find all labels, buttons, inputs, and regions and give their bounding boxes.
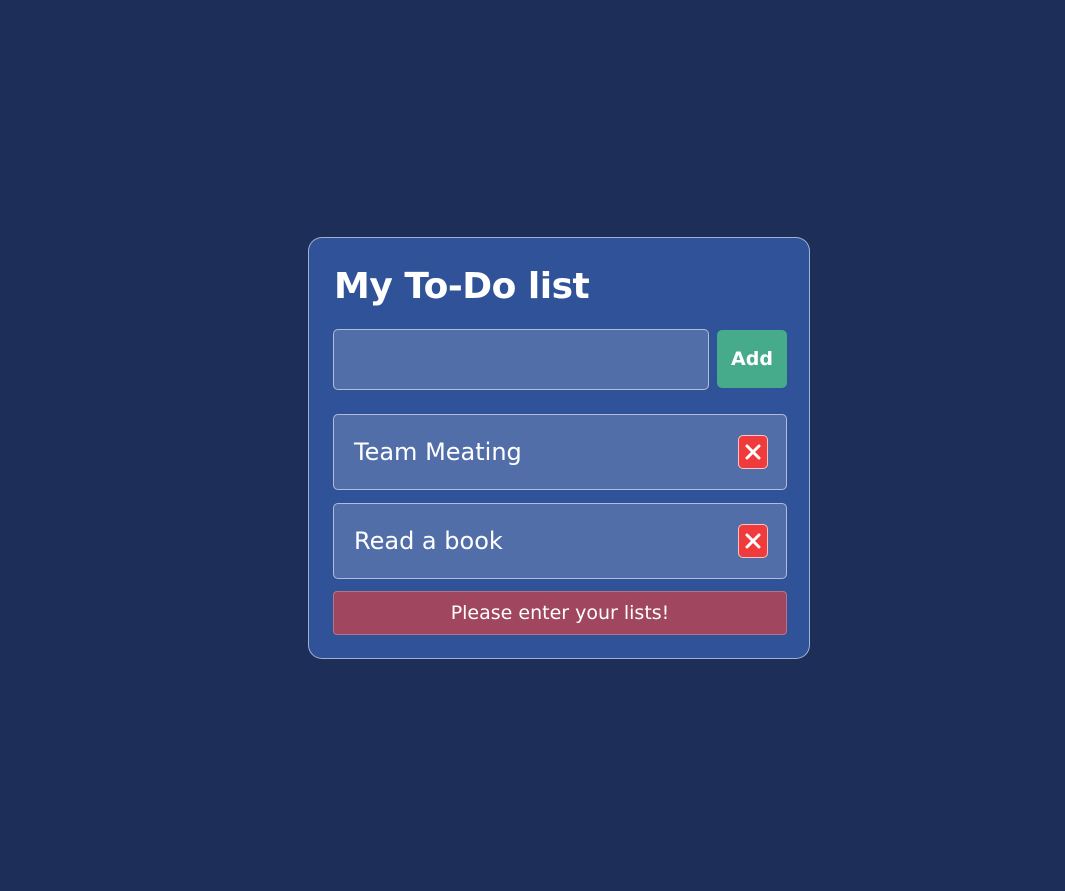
close-icon [745,444,761,460]
delete-button[interactable] [738,435,768,469]
add-task-form: Add [333,329,787,390]
validation-alert: Please enter your lists! [333,591,787,635]
add-button[interactable]: Add [717,330,787,388]
todo-card: My To-Do list Add Team Meating Read a bo… [308,237,810,659]
list-item: Read a book [333,503,787,579]
todo-label: Team Meating [354,438,522,466]
task-input[interactable] [333,329,709,390]
page-title: My To-Do list [334,266,590,307]
todo-list: Team Meating Read a book [333,414,787,592]
list-item: Team Meating [333,414,787,490]
close-icon [745,533,761,549]
delete-button[interactable] [738,524,768,558]
todo-label: Read a book [354,527,503,555]
